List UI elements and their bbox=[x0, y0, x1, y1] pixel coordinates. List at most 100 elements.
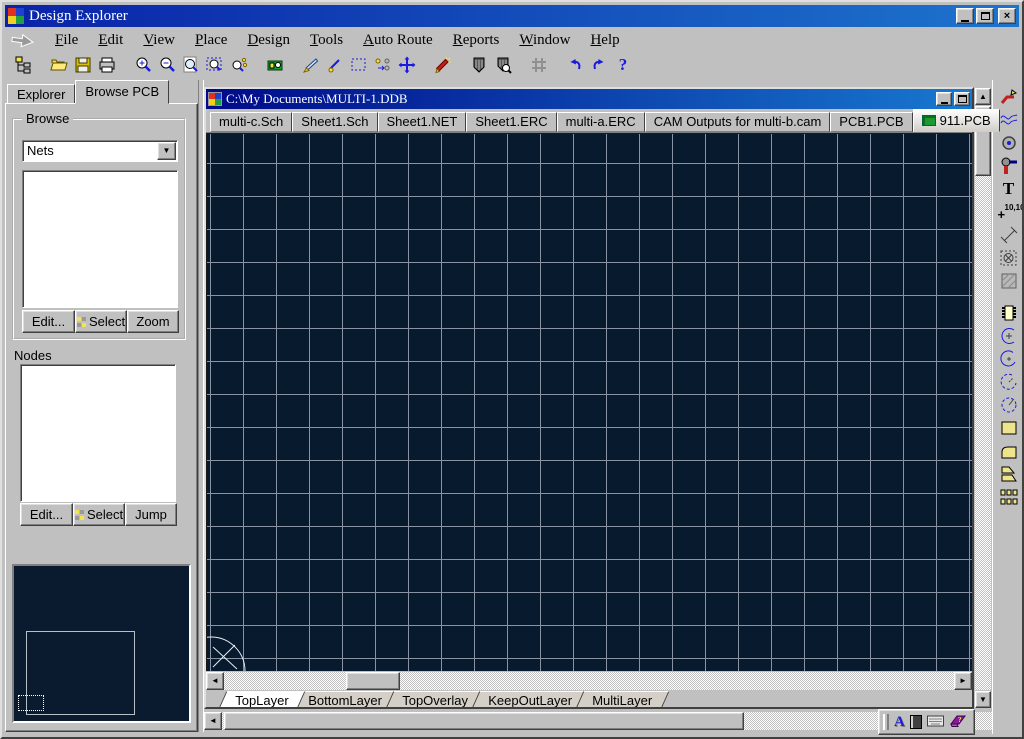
place-coordinate-icon[interactable]: +10,10 bbox=[996, 200, 1022, 223]
doc-tab-pcb1-pcb[interactable]: PCB1.PCB bbox=[830, 112, 912, 132]
place-split-plane-icon[interactable] bbox=[996, 462, 1022, 485]
pcb-editor-canvas[interactable] bbox=[206, 133, 972, 671]
combo-dropdown-button[interactable]: ▼ bbox=[157, 142, 176, 160]
nets-listbox[interactable] bbox=[22, 170, 178, 308]
layer-tab-toplayer[interactable]: TopLayer bbox=[218, 691, 306, 707]
menu-view[interactable]: View bbox=[133, 31, 185, 50]
nodes-edit-button[interactable]: Edit... bbox=[20, 503, 73, 526]
doc-tab-sheet1-net[interactable]: Sheet1.NET bbox=[378, 112, 467, 132]
move-icon[interactable] bbox=[395, 54, 419, 76]
place-component-icon[interactable] bbox=[996, 301, 1022, 324]
menu-design[interactable]: Design bbox=[237, 31, 300, 50]
doc-tab-multi-c-sch[interactable]: multi-c.Sch bbox=[210, 112, 292, 132]
menu-place[interactable]: Place bbox=[185, 31, 237, 50]
grid-icon[interactable] bbox=[527, 54, 551, 76]
zoom-area-icon[interactable] bbox=[203, 54, 227, 76]
layer-tab-topoverlay[interactable]: TopOverlay bbox=[385, 691, 486, 707]
ime-grip-handle[interactable] bbox=[883, 714, 889, 730]
tab-explorer[interactable]: Explorer bbox=[7, 84, 75, 104]
interactive-routing-icon[interactable] bbox=[996, 85, 1022, 108]
menu-grip-arrow-icon[interactable] bbox=[11, 34, 37, 48]
print-icon[interactable] bbox=[95, 54, 119, 76]
place-arc-edge-icon[interactable] bbox=[996, 324, 1022, 347]
scrollbar-track[interactable] bbox=[975, 106, 991, 690]
toggle-explorer-icon[interactable] bbox=[11, 54, 35, 76]
place-arc-any-angle-icon[interactable] bbox=[996, 370, 1022, 393]
ime-shape-toggle-button[interactable] bbox=[910, 715, 922, 729]
polygon-browse-icon[interactable] bbox=[491, 54, 515, 76]
zoom-selection-icon[interactable] bbox=[227, 54, 251, 76]
minimize-button[interactable] bbox=[956, 8, 974, 24]
nodes-jump-button[interactable]: Jump bbox=[125, 503, 177, 526]
scrollbar-track[interactable] bbox=[224, 672, 954, 690]
scrollbar-thumb[interactable] bbox=[346, 672, 400, 690]
doc-tab-sheet1-sch[interactable]: Sheet1.Sch bbox=[292, 112, 377, 132]
scroll-down-button[interactable]: ▼ bbox=[975, 691, 991, 708]
ime-help-book-icon[interactable]: ? bbox=[949, 713, 967, 731]
browse-component-icon[interactable] bbox=[263, 54, 287, 76]
place-fill-icon[interactable] bbox=[996, 416, 1022, 439]
doc-tab-911-pcb[interactable]: 911.PCB bbox=[913, 109, 1000, 132]
scrollbar-track[interactable] bbox=[222, 712, 992, 730]
scroll-left-button[interactable]: ◄ bbox=[206, 672, 224, 690]
place-pad-icon[interactable] bbox=[996, 131, 1022, 154]
place-array-icon[interactable] bbox=[996, 485, 1022, 508]
menu-help[interactable]: Help bbox=[580, 31, 629, 50]
place-polygon-plane-icon[interactable] bbox=[996, 439, 1022, 462]
scroll-right-button[interactable]: ► bbox=[954, 672, 972, 690]
open-icon[interactable] bbox=[47, 54, 71, 76]
tab-browse-pcb[interactable]: Browse PCB bbox=[75, 80, 169, 104]
menu-tools[interactable]: Tools bbox=[300, 31, 353, 50]
menu-reports[interactable]: Reports bbox=[443, 31, 510, 50]
scroll-left-button[interactable]: ◄ bbox=[204, 712, 222, 730]
menu-file[interactable]: File bbox=[45, 31, 88, 50]
nets-zoom-button[interactable]: Zoom bbox=[127, 310, 179, 333]
nodes-select-button[interactable]: Select bbox=[73, 503, 125, 526]
layer-tab-multilayer[interactable]: MultiLayer bbox=[574, 691, 669, 707]
menu-auto-route[interactable]: Auto Route bbox=[353, 31, 443, 50]
doc-tab-cam-outputs[interactable]: CAM Outputs for multi-b.cam bbox=[645, 112, 831, 132]
layer-tab-bottomlayer[interactable]: BottomLayer bbox=[291, 691, 400, 707]
layer-tab-keepoutlayer[interactable]: KeepOutLayer bbox=[470, 691, 589, 707]
workspace-horizontal-scrollbar[interactable]: ◄ bbox=[204, 711, 992, 731]
redo-icon[interactable] bbox=[587, 54, 611, 76]
browse-mode-select[interactable]: Nets ▼ bbox=[22, 140, 178, 162]
wire-icon[interactable] bbox=[323, 54, 347, 76]
preview-viewport-rect[interactable] bbox=[18, 695, 44, 711]
scroll-up-button[interactable]: ▲ bbox=[975, 88, 991, 105]
place-string-icon[interactable]: T bbox=[996, 177, 1022, 200]
polygon-plane-icon[interactable] bbox=[467, 54, 491, 76]
save-icon[interactable] bbox=[71, 54, 95, 76]
nets-select-button[interactable]: Select bbox=[75, 310, 127, 333]
knife-icon[interactable] bbox=[299, 54, 323, 76]
editor-horizontal-scrollbar[interactable]: ◄ ► bbox=[206, 671, 972, 691]
menu-edit[interactable]: Edit bbox=[88, 31, 133, 50]
menu-window[interactable]: Window bbox=[509, 31, 580, 50]
restore-button[interactable] bbox=[976, 8, 994, 24]
place-circle-icon[interactable] bbox=[996, 393, 1022, 416]
place-dimension-icon[interactable] bbox=[996, 223, 1022, 246]
help-icon[interactable]: ? bbox=[611, 54, 635, 76]
place-via-icon[interactable] bbox=[996, 154, 1022, 177]
place-fill-hatched-icon[interactable] bbox=[996, 269, 1022, 292]
ime-input-mode-button[interactable]: A bbox=[894, 714, 905, 731]
doc-minimize-button[interactable] bbox=[936, 92, 952, 106]
nets-edit-button[interactable]: Edit... bbox=[22, 310, 75, 333]
place-arc-center-icon[interactable] bbox=[996, 347, 1022, 370]
nodes-listbox[interactable] bbox=[20, 364, 176, 502]
wizard-pen-icon[interactable] bbox=[431, 54, 455, 76]
doc-tab-sheet1-erc[interactable]: Sheet1.ERC bbox=[466, 112, 556, 132]
doc-restore-button[interactable] bbox=[954, 92, 970, 106]
doc-tab-multi-a-erc[interactable]: multi-a.ERC bbox=[557, 112, 645, 132]
close-button[interactable]: × bbox=[998, 8, 1016, 24]
zoom-out-icon[interactable] bbox=[155, 54, 179, 76]
ime-keyboard-button[interactable] bbox=[927, 715, 944, 730]
board-preview[interactable] bbox=[12, 564, 191, 723]
workspace-vertical-scrollbar[interactable]: ▲ ▼ bbox=[974, 87, 992, 709]
undo-icon[interactable] bbox=[563, 54, 587, 76]
place-room-icon[interactable] bbox=[996, 246, 1022, 269]
move-selection-icon[interactable] bbox=[371, 54, 395, 76]
select-area-icon[interactable] bbox=[347, 54, 371, 76]
zoom-in-icon[interactable] bbox=[131, 54, 155, 76]
zoom-all-icon[interactable] bbox=[179, 54, 203, 76]
